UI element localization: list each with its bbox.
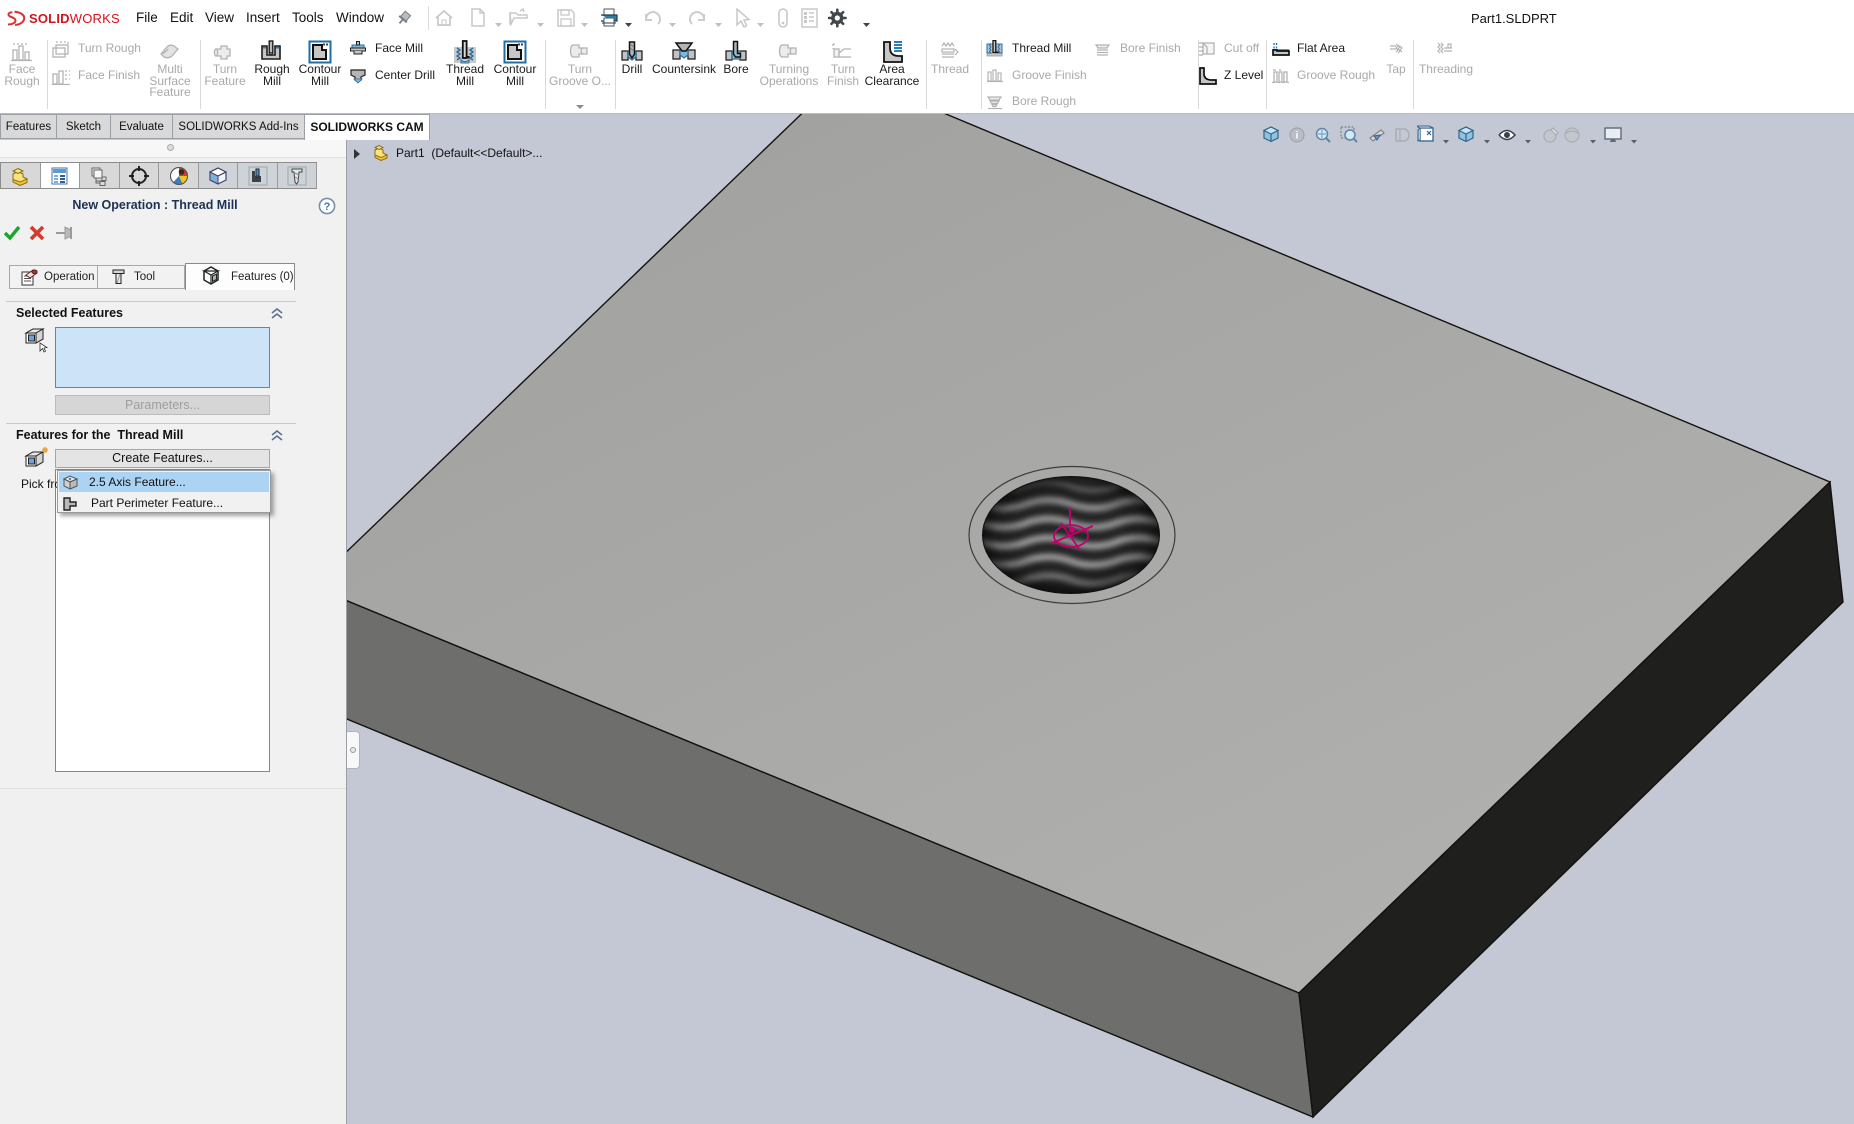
svg-text:?: ? [324, 201, 331, 213]
